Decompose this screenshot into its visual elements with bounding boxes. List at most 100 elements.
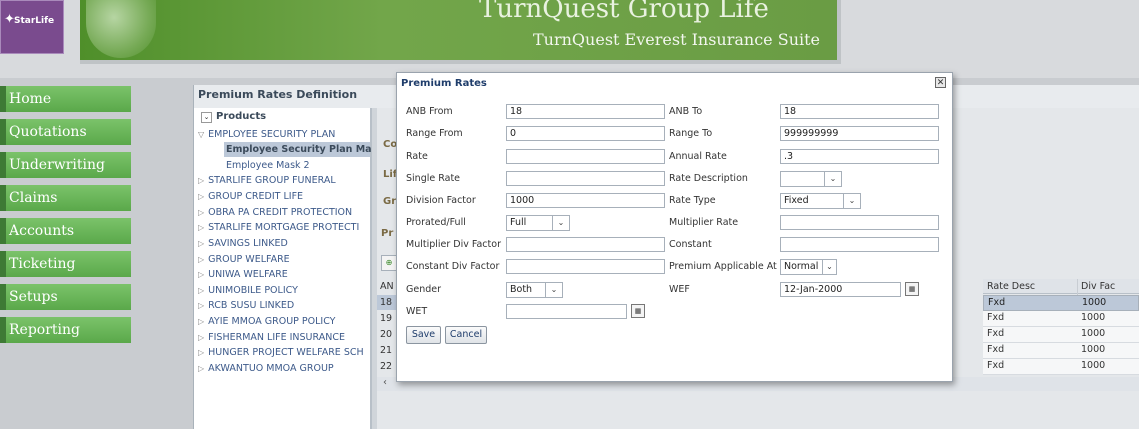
chevron-down-icon: ⌄ xyxy=(545,283,562,297)
range-to-field[interactable]: 999999999 xyxy=(780,126,939,141)
tree-item[interactable]: ▷ AYIE MMOA GROUP POLICY xyxy=(198,316,335,327)
collapsed-arrow-icon: ▷ xyxy=(198,348,205,357)
tree-item[interactable]: ▷ HUNGER PROJECT WELFARE SCH xyxy=(198,347,364,358)
grid-column-header: Rate Desc xyxy=(987,281,1036,292)
annual-rate-field[interactable]: .3 xyxy=(780,149,939,164)
tree-item[interactable]: ▷ GROUP CREDIT LIFE xyxy=(198,191,303,202)
collapsed-arrow-icon: ▷ xyxy=(198,239,205,248)
cancel-button[interactable]: Cancel xyxy=(445,326,487,344)
products-header: Products xyxy=(216,111,267,122)
division-factor-label: Division Factor xyxy=(406,195,476,206)
rate-type-label: Rate Type xyxy=(669,195,716,206)
add-rate-icon[interactable]: ⊕ xyxy=(381,255,397,271)
cell-div-fac: 1000 xyxy=(1081,312,1106,323)
table-row[interactable]: Fxd 1000 xyxy=(983,343,1139,359)
grid-column-header-anb: AN xyxy=(380,281,394,292)
range-from-field[interactable]: 0 xyxy=(506,126,665,141)
nav-setups[interactable]: Setups xyxy=(0,284,131,310)
collapsed-arrow-icon: ▷ xyxy=(198,223,205,232)
collapsed-arrow-icon: ▷ xyxy=(198,192,205,201)
tree-item[interactable]: ▷ RCB SUSU LINKED xyxy=(198,300,294,311)
nav-reporting[interactable]: Reporting xyxy=(0,317,131,343)
rate-type-select[interactable]: Fixed ⌄ xyxy=(780,193,861,209)
anb-from-label: ANB From xyxy=(406,106,453,117)
multiplier-rate-label: Multiplier Rate xyxy=(669,217,739,228)
calendar-icon[interactable]: ▦ xyxy=(631,304,645,318)
cell-rate-desc: Fxd xyxy=(987,312,1005,323)
nav-ticketing[interactable]: Ticketing xyxy=(0,251,131,277)
wef-date-field[interactable]: 12-Jan-2000 xyxy=(780,282,901,297)
range-to-label: Range To xyxy=(669,128,713,139)
tree-item[interactable]: ▷ FISHERMAN LIFE INSURANCE xyxy=(198,332,345,343)
rate-description-select[interactable]: ⌄ xyxy=(780,171,842,187)
chevron-down-icon: ⌄ xyxy=(822,260,836,274)
cell-rate-desc: Fxd xyxy=(987,360,1005,371)
table-row[interactable]: Fxd 1000 xyxy=(983,311,1139,327)
cell-div-fac: 1000 xyxy=(1081,360,1106,371)
tree-item-employee-security-plan[interactable]: ▽ EMPLOYEE SECURITY PLAN xyxy=(198,129,335,140)
collapsed-arrow-icon: ▷ xyxy=(198,270,205,279)
close-icon[interactable]: ✕ xyxy=(935,77,946,88)
nav-claims[interactable]: Claims xyxy=(0,185,131,211)
table-row[interactable]: Fxd 1000 xyxy=(983,359,1139,375)
collapsed-arrow-icon: ▷ xyxy=(198,255,205,264)
anb-to-label: ANB To xyxy=(669,106,703,117)
collapse-products-icon[interactable]: ⌄ xyxy=(201,112,212,123)
calendar-icon[interactable]: ▦ xyxy=(905,282,919,296)
collapsed-arrow-icon: ▷ xyxy=(198,176,205,185)
row-number: 20 xyxy=(380,329,393,340)
tree-item[interactable]: ▷ OBRA PA CREDIT PROTECTION xyxy=(198,207,352,218)
scroll-left-icon[interactable]: ‹ xyxy=(383,377,387,388)
multiplier-rate-field[interactable] xyxy=(780,215,939,230)
premium-applicable-at-value: Normal xyxy=(784,261,819,272)
wet-date-field[interactable] xyxy=(506,304,627,319)
prorated-full-value: Full xyxy=(510,217,527,228)
nav-quotations[interactable]: Quotations xyxy=(0,119,131,145)
table-row[interactable]: Fxd 1000 xyxy=(983,295,1139,311)
cell-rate-desc: Fxd xyxy=(988,297,1006,308)
tree-item[interactable]: ▷ GROUP WELFARE xyxy=(198,254,290,265)
gender-label: Gender xyxy=(406,284,442,295)
table-row[interactable]: Fxd 1000 xyxy=(983,327,1139,343)
grid-column-header: Div Fac xyxy=(1081,281,1116,292)
tree-item[interactable]: ▷ UNIMOBILE POLICY xyxy=(198,285,298,296)
constant-field[interactable] xyxy=(780,237,939,252)
cell-rate-desc: Fxd xyxy=(987,344,1005,355)
collapsed-arrow-icon: ▷ xyxy=(198,301,205,310)
app-subtitle: TurnQuest Everest Insurance Suite xyxy=(533,30,821,49)
anb-to-field[interactable]: 18 xyxy=(780,104,939,119)
chevron-down-icon: ⌄ xyxy=(552,216,569,230)
cell-rate-desc: Fxd xyxy=(987,328,1005,339)
division-factor-field[interactable]: 1000 xyxy=(506,193,665,208)
logo-text: StarLife xyxy=(14,16,55,26)
nav-accounts[interactable]: Accounts xyxy=(0,218,131,244)
prorated-full-select[interactable]: Full ⌄ xyxy=(506,215,570,231)
cell-div-fac: 1000 xyxy=(1082,297,1107,308)
expanded-arrow-icon: ▽ xyxy=(198,130,205,139)
tree-item[interactable]: ▷ SAVINGS LINKED xyxy=(198,238,288,249)
collapsed-arrow-icon: ▷ xyxy=(198,364,205,373)
gender-select[interactable]: Both ⌄ xyxy=(506,282,563,298)
tree-item[interactable]: ▷ STARLIFE MORTGAGE PROTECTI xyxy=(198,222,359,233)
save-button[interactable]: Save xyxy=(406,326,441,344)
nav-home[interactable]: Home xyxy=(0,86,131,112)
nav-underwriting[interactable]: Underwriting xyxy=(0,152,131,178)
tree-item[interactable]: ▷ AKWANTUO MMOA GROUP xyxy=(198,363,334,374)
multiplier-div-factor-field[interactable] xyxy=(506,237,665,252)
annual-rate-label: Annual Rate xyxy=(669,151,727,162)
panel-title: Premium Rates Definition xyxy=(198,88,358,101)
tree-item-employee-security-plan-mas[interactable]: Employee Security Plan Mas xyxy=(226,144,377,155)
cell-div-fac: 1000 xyxy=(1081,344,1106,355)
single-rate-field[interactable] xyxy=(506,171,665,186)
tree-item[interactable]: ▷ UNIWA WELFARE xyxy=(198,269,288,280)
rate-field[interactable] xyxy=(506,149,665,164)
anb-from-field[interactable]: 18 xyxy=(506,104,665,119)
chevron-down-icon: ⌄ xyxy=(824,172,841,186)
premium-applicable-at-select[interactable]: Normal ⌄ xyxy=(780,259,837,275)
single-rate-label: Single Rate xyxy=(406,173,461,184)
tree-item[interactable]: ▷ STARLIFE GROUP FUNERAL xyxy=(198,175,336,186)
constant-div-factor-field[interactable] xyxy=(506,259,665,274)
chevron-down-icon: ⌄ xyxy=(843,194,860,208)
tree-item-employee-mask-2[interactable]: Employee Mask 2 xyxy=(226,160,310,171)
premium-applicable-at-label: Premium Applicable At xyxy=(669,261,777,272)
